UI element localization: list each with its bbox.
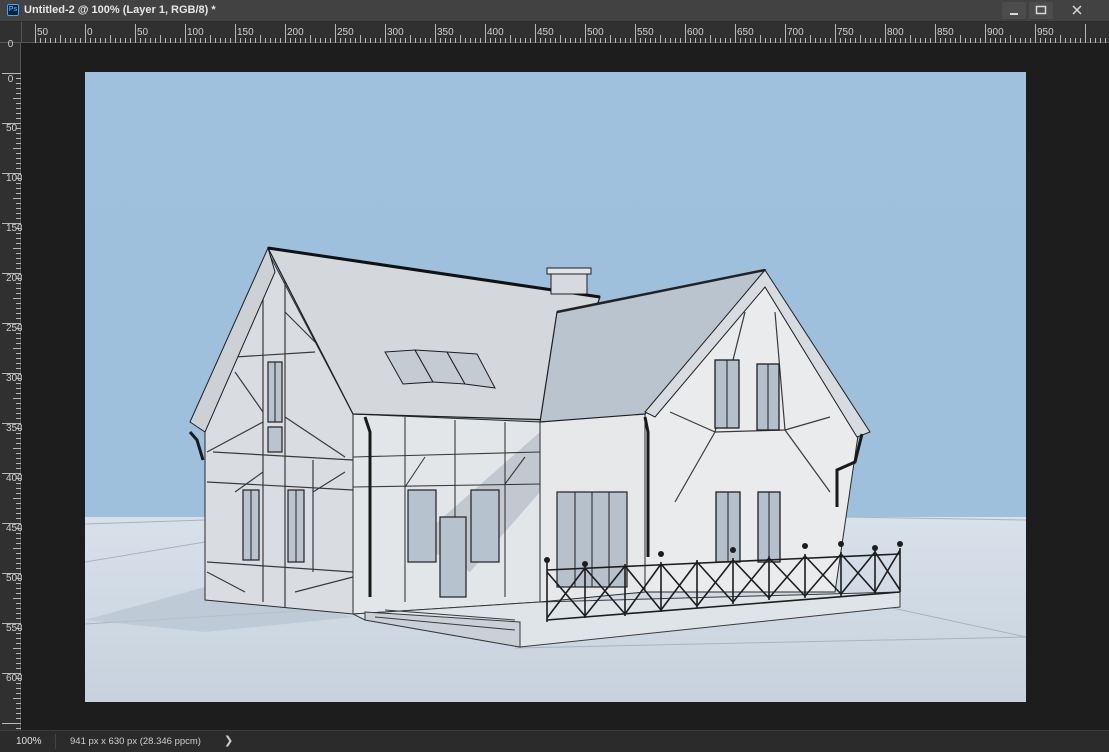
ruler-label: 550 xyxy=(637,27,654,38)
ruler-label: 150 xyxy=(237,27,254,38)
ruler-label: 250 xyxy=(6,323,23,334)
close-icon xyxy=(1072,5,1082,15)
ruler-label: 50 xyxy=(37,27,49,38)
ruler-label: 150 xyxy=(6,223,23,234)
ruler-label: 0 xyxy=(7,74,14,85)
ruler-label: 400 xyxy=(487,27,504,38)
ruler-label: 100 xyxy=(6,173,23,184)
ruler-label: 50 xyxy=(137,27,149,38)
status-menu-arrow-icon[interactable]: ❯ xyxy=(224,734,233,747)
document-status-bar: 100% 941 px x 630 px (28.346 ppcm) ❯ xyxy=(0,730,1109,752)
ruler-label: 300 xyxy=(6,373,23,384)
ruler-label: 500 xyxy=(6,573,23,584)
maximize-button[interactable] xyxy=(1029,2,1053,19)
document-size-info: 941 px x 630 px (28.346 ppcm) xyxy=(70,736,201,747)
ruler-label: 950 xyxy=(1037,27,1054,38)
ruler-label: 800 xyxy=(887,27,904,38)
document-canvas-image[interactable] xyxy=(85,72,1026,702)
maximize-icon xyxy=(1035,5,1047,15)
horizontal-ruler[interactable]: 50 0 50 100 150 200 250 300 350 400 450 … xyxy=(22,22,1109,43)
ruler-label: 550 xyxy=(6,623,23,634)
minimize-button[interactable] xyxy=(1002,2,1026,19)
ruler-label: 200 xyxy=(6,273,23,284)
ruler-label: 0 xyxy=(87,27,93,38)
ruler-label: 450 xyxy=(6,523,23,534)
chimney xyxy=(550,271,588,295)
ruler-label: 500 xyxy=(587,27,604,38)
ruler-label: 850 xyxy=(937,27,954,38)
document-title-bar: Ps Untitled-2 @ 100% (Layer 1, RGB/8) * xyxy=(0,0,1109,22)
ruler-label: 450 xyxy=(537,27,554,38)
ruler-label: 300 xyxy=(387,27,404,38)
ruler-label: 400 xyxy=(6,473,23,484)
ruler-label: 650 xyxy=(737,27,754,38)
ruler-label: 250 xyxy=(337,27,354,38)
ruler-label: 350 xyxy=(437,27,454,38)
ruler-label: 600 xyxy=(687,27,704,38)
chimney-cap xyxy=(546,267,592,275)
ruler-label: 350 xyxy=(6,423,23,434)
ruler-label: 0 xyxy=(7,39,14,50)
minimize-icon xyxy=(1010,13,1018,15)
ruler-label: 750 xyxy=(837,27,854,38)
vertical-ruler[interactable]: 0 0 50 100 150 200 250 300 350 400 450 5… xyxy=(0,39,23,730)
status-divider xyxy=(55,734,56,749)
zoom-level-field[interactable]: 100% xyxy=(16,736,42,747)
close-button[interactable] xyxy=(1065,2,1089,19)
ruler-label: 50 xyxy=(6,123,18,134)
ruler-label: 900 xyxy=(987,27,1004,38)
ruler-label: 600 xyxy=(6,673,23,684)
ruler-label: 100 xyxy=(187,27,204,38)
document-title: Untitled-2 @ 100% (Layer 1, RGB/8) * xyxy=(24,4,216,16)
ruler-label: 700 xyxy=(787,27,804,38)
ruler-label: 200 xyxy=(287,27,304,38)
photoshop-app-icon: Ps xyxy=(7,4,19,16)
